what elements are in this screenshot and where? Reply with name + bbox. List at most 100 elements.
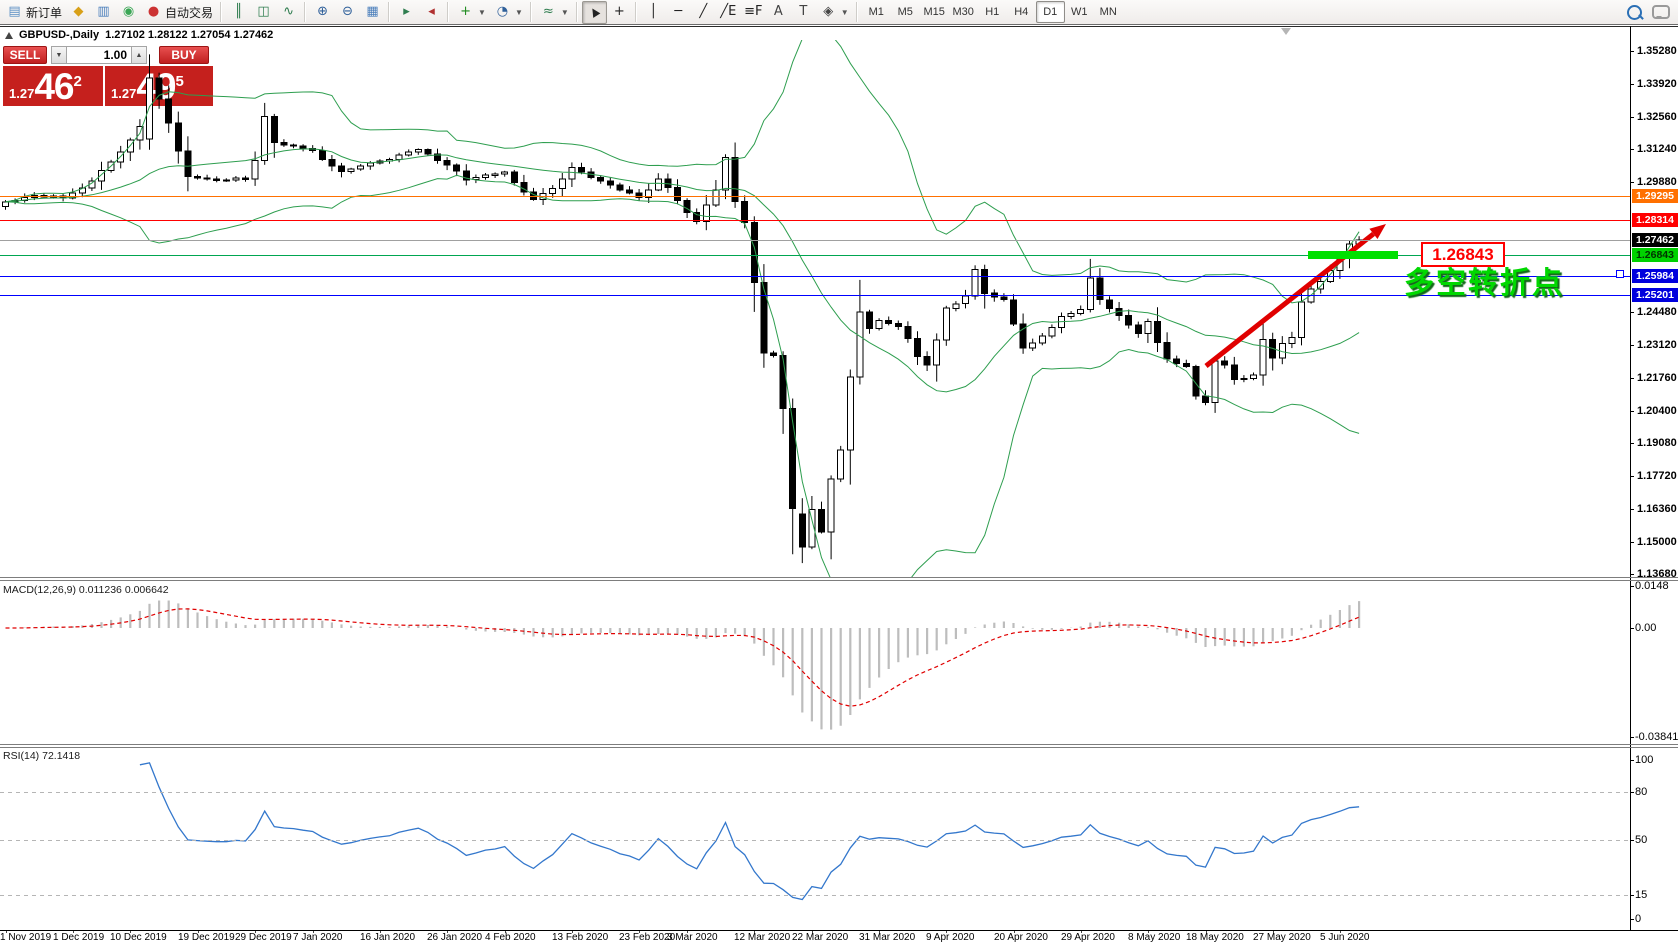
- timeframe-h1-button[interactable]: H1: [978, 1, 1007, 23]
- horizontal-level-line[interactable]: [0, 220, 1630, 221]
- indicators-button[interactable]: ≈ ▼: [536, 1, 573, 24]
- cursor-button[interactable]: ▲: [581, 0, 607, 24]
- dropdown-arrow-icon[interactable]: ▼: [478, 8, 486, 17]
- candle: [1163, 341, 1171, 360]
- timeframe-m15-button[interactable]: M15: [920, 1, 949, 23]
- axis-tick: [1630, 919, 1634, 920]
- tile-windows-button[interactable]: ▦: [360, 1, 385, 24]
- price-axis-label: 1.32560: [1637, 111, 1677, 123]
- support-highlight-bar[interactable]: [1308, 251, 1398, 259]
- fibonacci-button[interactable]: ≡F: [741, 1, 766, 24]
- crosshair-button[interactable]: +: [607, 1, 632, 24]
- axis-tick: [1630, 411, 1634, 412]
- horizontal-level-line[interactable]: [0, 295, 1630, 296]
- turning-point-text[interactable]: 多空转折点: [1404, 258, 1564, 302]
- line-selection-handle[interactable]: [1616, 270, 1624, 278]
- timeframe-d1-button[interactable]: D1: [1035, 1, 1065, 23]
- autotrade-icon: ●: [147, 4, 160, 19]
- macd-pane[interactable]: [0, 581, 1630, 744]
- price-tag: 1.26843: [1632, 248, 1678, 262]
- dropdown-arrow-icon[interactable]: ▼: [561, 8, 569, 17]
- candle: [184, 150, 192, 177]
- horizontal-line-button[interactable]: ─: [666, 1, 691, 24]
- chart-shift-marker[interactable]: [1281, 28, 1291, 35]
- horizontal-level-line[interactable]: [0, 196, 1630, 197]
- shapes-button[interactable]: ◈ ▼: [816, 1, 853, 24]
- market-watch-button[interactable]: ◆: [66, 1, 91, 24]
- candle: [827, 478, 835, 533]
- timeframe-m5-button[interactable]: M5: [891, 1, 920, 23]
- price-pane[interactable]: [0, 40, 1630, 577]
- axis-tick: [1630, 586, 1634, 587]
- rsi-pane-separator[interactable]: [0, 744, 1678, 745]
- vertical-line-button[interactable]: │: [641, 1, 666, 24]
- candle: [98, 169, 105, 182]
- date-axis-label: 1 Nov 2019: [0, 932, 52, 943]
- channel-button[interactable]: ╱E: [716, 1, 741, 24]
- line-chart-button[interactable]: ∿: [276, 1, 301, 24]
- chat-icon[interactable]: [1652, 5, 1670, 19]
- timeframe-h4-button[interactable]: H4: [1007, 1, 1036, 23]
- horizontal-level-line[interactable]: [0, 276, 1630, 277]
- data-window-button[interactable]: ▥: [91, 1, 116, 24]
- candle: [1173, 358, 1181, 365]
- horizontal-level-line[interactable]: [0, 240, 1630, 241]
- date-axis: 1 Nov 2019 1 Dec 2019 10 Dec 2019 19 Dec…: [0, 931, 1630, 944]
- zoom-out-button[interactable]: ⊖: [335, 1, 360, 24]
- profiles-button[interactable]: ◔ ▼: [490, 1, 527, 24]
- candle: [798, 513, 806, 548]
- label-button[interactable]: T: [791, 1, 816, 24]
- chart-shift-button[interactable]: ◂: [419, 1, 444, 24]
- mt4-window: ▤ 新订单 ◆ ▥ ◉ ● 自动交易 ║ ◫ ∿ ⊕ ⊖ ▦ ▸ ◂ + ▼ ◔ ▼ ≈ ▼ ▲ + │ ─ ╱ ╱E ≡F A T ◈ ▼ M…: [0, 0, 1678, 944]
- zoom-in-button[interactable]: ⊕: [310, 1, 335, 24]
- bar-chart-button[interactable]: ║: [226, 1, 251, 24]
- signals-button[interactable]: ◉: [116, 1, 141, 24]
- candle: [1259, 339, 1267, 376]
- axis-tick: [1630, 574, 1634, 575]
- macd-pane-separator[interactable]: [0, 577, 1678, 578]
- candle: [1230, 364, 1238, 381]
- search-icon[interactable]: [1627, 4, 1642, 20]
- toolbar-separator: [303, 2, 309, 22]
- price-tag: 1.28314: [1632, 213, 1678, 227]
- candle: [1106, 299, 1113, 309]
- candle: [875, 319, 883, 329]
- axis-tick: [1630, 443, 1634, 444]
- candle: [1250, 374, 1257, 379]
- rsi-pane[interactable]: [0, 747, 1630, 929]
- price-axis-label: 1.33920: [1637, 78, 1677, 90]
- candle: [558, 178, 566, 190]
- text-button[interactable]: A: [766, 1, 791, 24]
- candle: [722, 157, 729, 191]
- rsi-axis-label: 100: [1635, 754, 1654, 766]
- candle: [578, 167, 585, 173]
- fibonacci-icon: ≡F: [744, 4, 763, 19]
- timeframe-m30-button[interactable]: M30: [949, 1, 978, 23]
- timeframe-w1-button[interactable]: W1: [1065, 1, 1094, 23]
- bar-chart-icon: ║: [234, 4, 243, 19]
- new-chart-button[interactable]: + ▼: [453, 1, 490, 24]
- price-tag: 1.27462: [1632, 233, 1678, 247]
- tile-windows-icon: ▦: [366, 4, 379, 19]
- trendline-icon: ╱: [699, 4, 708, 19]
- axis-tick: [1630, 51, 1634, 52]
- date-axis-label: 8 May 2020: [1128, 932, 1181, 943]
- dropdown-arrow-icon[interactable]: ▼: [515, 8, 523, 17]
- candle: [1202, 395, 1209, 404]
- trendline-button[interactable]: ╱: [691, 1, 716, 24]
- auto-scroll-button[interactable]: ▸: [394, 1, 419, 24]
- axis-tick: [1630, 792, 1634, 793]
- candlestick-chart-button[interactable]: ◫: [251, 1, 276, 24]
- price-axis-label: 1.31240: [1637, 143, 1677, 155]
- candle: [770, 352, 777, 356]
- timeframe-mn-button[interactable]: MN: [1094, 1, 1123, 23]
- date-axis-label: 1 Dec 2019: [53, 932, 105, 943]
- axis-tick: [1630, 840, 1634, 841]
- timeframe-m1-button[interactable]: M1: [862, 1, 891, 23]
- candle: [1048, 326, 1056, 337]
- price-tag: 1.25201: [1632, 288, 1678, 302]
- new-order-button[interactable]: ▤ 新订单: [2, 1, 66, 24]
- dropdown-arrow-icon[interactable]: ▼: [841, 8, 849, 17]
- axis-tick: [1630, 476, 1634, 477]
- autotrade-button[interactable]: ● 自动交易: [141, 1, 217, 24]
